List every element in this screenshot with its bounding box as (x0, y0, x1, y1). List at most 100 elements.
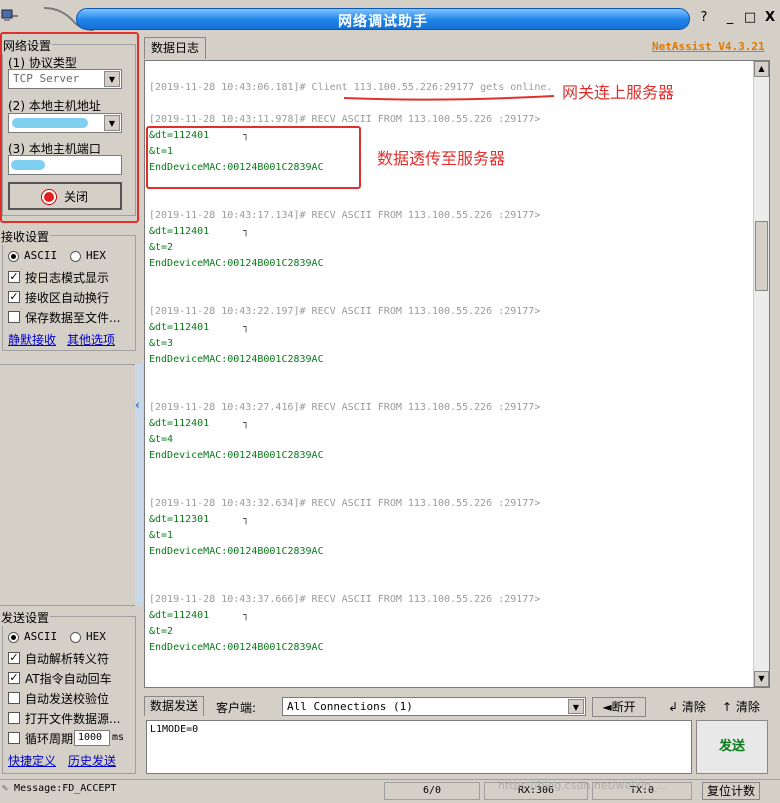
log-line-dt: &dt=112401 (149, 322, 210, 333)
send-settings-title: 发送设置 (0, 609, 51, 626)
annotation-passthrough: 数据透传至服务器 (377, 149, 506, 168)
status-counter: 6/0 (384, 782, 480, 800)
tick-mark: ┐ (243, 418, 250, 429)
log-entry-header: [2019-11-28 10:43:17.134]# RECV ASCII FR… (149, 210, 541, 221)
scroll-thumb[interactable] (755, 221, 768, 291)
shortcut-define-link[interactable]: 快捷定义 (8, 752, 56, 769)
log-line-t: &t=2 (149, 242, 174, 253)
app-icon[interactable] (0, 6, 20, 28)
tab-data-send[interactable]: 数据发送 (144, 696, 204, 716)
escape-label: 自动解析转义符 (25, 652, 110, 666)
reset-count-button[interactable]: 复位计数 (702, 782, 760, 800)
log-line-t: &t=1 (149, 530, 174, 541)
log-mode-label: 按日志模式显示 (25, 271, 110, 285)
arrow-left-icon: ◄ (602, 700, 612, 714)
scroll-up-icon[interactable]: ▲ (754, 61, 769, 77)
log-mode-checkbox[interactable]: ✓ (8, 271, 20, 283)
help-button[interactable]: ? (696, 10, 712, 26)
log-entry-header: [2019-11-28 10:43:27.416]# RECV ASCII FR… (149, 402, 541, 413)
log-scrollbar[interactable]: ▲ ▼ (753, 61, 769, 687)
highlight-received-data (146, 126, 361, 189)
receive-settings-title: 接收设置 (0, 228, 51, 245)
send-content-input[interactable]: L1MODE=0 (146, 720, 692, 774)
log-line-mac: EndDeviceMAC:00124B001C2839AC (149, 450, 324, 461)
log-line-mac: EndDeviceMAC:00124B001C2839AC (149, 642, 324, 653)
file-source-checkbox[interactable] (8, 712, 20, 724)
title-pill: 网络调试助手 (76, 8, 690, 30)
tick-mark: ┐ (243, 322, 250, 333)
log-entry-header: [2019-11-28 10:43:22.197]# RECV ASCII FR… (149, 306, 541, 317)
chevron-down-icon[interactable]: ▼ (568, 699, 584, 714)
return-arrow-icon: ↲ (668, 700, 682, 714)
send-hex-radio[interactable] (70, 632, 81, 643)
log-line-t: &t=3 (149, 338, 174, 349)
send-ascii-label: ASCII (24, 630, 58, 643)
client-value: All Connections (1) (287, 700, 413, 713)
status-message: ✎ Message:FD_ACCEPT (2, 783, 116, 794)
disconnect-button[interactable]: ◄断开 (592, 697, 646, 717)
at-enter-label: AT指令自动回车 (25, 672, 112, 686)
checksum-label: 自动发送校验位 (25, 692, 110, 706)
scroll-down-icon[interactable]: ▼ (754, 671, 769, 687)
checksum-checkbox[interactable] (8, 692, 20, 704)
log-entry-header: [2019-11-28 10:43:37.666]# RECV ASCII FR… (149, 594, 541, 605)
save-to-file-checkbox[interactable] (8, 311, 20, 323)
silent-receive-link[interactable]: 静默接收 (8, 331, 56, 348)
log-line-mac: EndDeviceMAC:00124B001C2839AC (149, 354, 324, 365)
maximize-button[interactable]: □ (742, 10, 758, 26)
escape-checkbox[interactable]: ✓ (8, 652, 20, 664)
send-toolbar: 数据发送 客户端: All Connections (1) ▼ ◄断开 ↲ 清除… (144, 695, 770, 719)
log-entry-header: [2019-11-28 10:43:32.634]# RECV ASCII FR… (149, 498, 541, 509)
loop-unit-label: ms (112, 732, 125, 743)
tick-mark: ┐ (243, 226, 250, 237)
log-line-dt: &dt=112401 (149, 418, 210, 429)
tab-data-log[interactable]: 数据日志 (144, 37, 206, 59)
left-panel-spacer (0, 364, 136, 606)
up-arrow-icon: ↑ (722, 700, 736, 714)
collapse-arrow-icon[interactable]: ‹ (135, 398, 140, 412)
send-button[interactable]: 发送 (696, 720, 768, 774)
highlight-network-settings (0, 32, 139, 223)
log-entry-header: [2019-11-28 10:43:11.978]# RECV ASCII FR… (149, 114, 541, 125)
close-window-button[interactable]: X (762, 10, 778, 26)
window-title: 网络调试助手 (338, 14, 428, 30)
log-line-dt: &dt=112401 (149, 226, 210, 237)
annotation-gateway: 网关连上服务器 (562, 83, 675, 102)
log-line-mac: EndDeviceMAC:00124B001C2839AC (149, 258, 324, 269)
client-select[interactable]: All Connections (1) ▼ (282, 697, 586, 716)
loop-period-input[interactable]: 1000 (74, 730, 110, 746)
watermark: https://blog.csdn.net/weixin_... (498, 779, 668, 792)
log-line-dt: &dt=112301 (149, 514, 210, 525)
receive-hex-radio[interactable] (70, 251, 81, 262)
log-line-t: &t=2 (149, 626, 174, 637)
loop-label: 循环周期 (25, 732, 74, 746)
at-enter-checkbox[interactable]: ✓ (8, 672, 20, 684)
receive-ascii-radio[interactable] (8, 251, 19, 262)
status-message-text: Message:FD_ACCEPT (14, 783, 117, 794)
log-line-mac: EndDeviceMAC:00124B001C2839AC (149, 546, 324, 557)
title-bar: 网络调试助手 ? _ □ X (0, 0, 780, 36)
underline-annotation (343, 95, 555, 101)
auto-wrap-label: 接收区自动换行 (25, 291, 110, 305)
send-hex-label: HEX (86, 630, 106, 643)
panel-splitter[interactable]: ‹ (135, 364, 143, 606)
receive-hex-label: HEX (86, 249, 106, 262)
clear-send-button[interactable]: ↑ 清除 (722, 698, 760, 715)
loop-checkbox[interactable] (8, 732, 20, 744)
send-content-text: L1MODE=0 (150, 724, 199, 735)
tick-mark: ┐ (243, 610, 250, 621)
save-to-file-label: 保存数据至文件... (25, 311, 121, 325)
clear-log-button[interactable]: ↲ 清除 (668, 698, 706, 715)
send-history-link[interactable]: 历史发送 (68, 752, 116, 769)
other-options-link[interactable]: 其他选项 (67, 331, 115, 348)
send-ascii-radio[interactable] (8, 632, 19, 643)
auto-wrap-checkbox[interactable]: ✓ (8, 291, 20, 303)
version-link[interactable]: NetAssist V4.3.21 (652, 40, 765, 53)
client-label: 客户端: (216, 701, 257, 715)
log-line-dt: &dt=112401 (149, 610, 210, 621)
minimize-button[interactable]: _ (722, 10, 738, 26)
clear-log-label: 清除 (681, 700, 706, 714)
log-line-t: &t=4 (149, 434, 174, 445)
receive-ascii-label: ASCII (24, 249, 58, 262)
tick-mark: ┐ (243, 514, 250, 525)
